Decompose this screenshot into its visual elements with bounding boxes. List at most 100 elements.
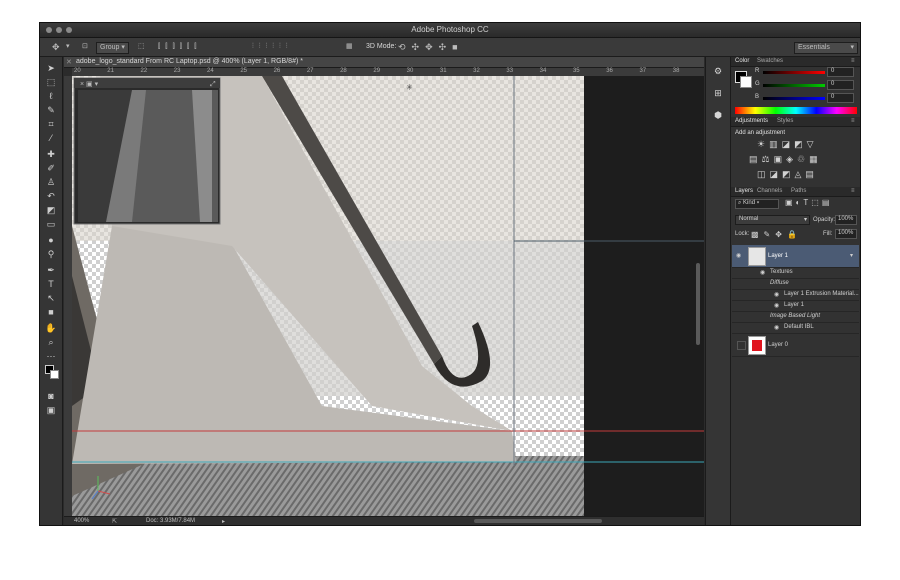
- layer-row-layer-1[interactable]: ◉ Layer 1 ▾: [732, 245, 859, 268]
- tab-paths[interactable]: Paths: [791, 188, 806, 194]
- layer-filter-value: Kind: [743, 200, 756, 206]
- auto-select-dropdown[interactable]: Group ▾: [96, 42, 129, 54]
- channel-b-value[interactable]: 0: [827, 93, 854, 103]
- 3d-secondary-view[interactable]: × ▣ ▾ ⤢: [73, 77, 221, 225]
- layer-name: Diffuse: [770, 280, 789, 286]
- document-canvas[interactable]: × ▣ ▾ ⤢ ✳: [72, 76, 704, 516]
- visibility-toggle[interactable]: [737, 341, 746, 350]
- fill-field[interactable]: 100%: [835, 229, 857, 239]
- distribute-buttons-group[interactable]: ⫶⫶⫶⫶⫶⫶: [252, 42, 293, 52]
- zoom-tool-icon[interactable]: ⌕: [44, 337, 58, 348]
- eye-icon[interactable]: ◉: [774, 302, 779, 309]
- adjustment-icons-row-3[interactable]: ◫◪◩◬▤: [757, 169, 818, 180]
- channel-g-label: G: [755, 81, 760, 87]
- eraser-tool-icon[interactable]: ◩: [44, 205, 58, 216]
- color-background-swatch[interactable]: [740, 76, 752, 88]
- blend-mode-dropdown[interactable]: Normal ▾: [735, 215, 810, 225]
- light-source-icon[interactable]: ✳: [406, 83, 413, 92]
- marquee-tool-icon[interactable]: ⬚: [44, 77, 58, 88]
- info-icon[interactable]: ⊞: [712, 87, 724, 99]
- gradient-tool-icon[interactable]: ▭: [44, 219, 58, 230]
- export-icon[interactable]: ⇱: [112, 518, 117, 525]
- quick-select-tool-icon[interactable]: ✎: [44, 105, 58, 116]
- lasso-tool-icon[interactable]: ℓ: [44, 91, 58, 102]
- move-tool-icon[interactable]: ✥: [52, 42, 60, 52]
- move-tool-icon[interactable]: ➤: [44, 63, 58, 74]
- tab-layers[interactable]: Layers: [735, 188, 753, 194]
- layer-row-diffuse[interactable]: Diffuse: [732, 279, 859, 290]
- panel-menu-icon[interactable]: ≡: [851, 188, 855, 194]
- channel-r-value[interactable]: 0: [827, 67, 854, 77]
- edit-toolbar-icon[interactable]: ⋯: [44, 351, 58, 362]
- tab-adjustments[interactable]: Adjustments: [735, 118, 768, 124]
- vertical-scrollbar[interactable]: [696, 263, 700, 345]
- align-buttons-group[interactable]: ⫿⫿⫿⫿⫿⫿: [158, 42, 201, 52]
- layer-row-layer-0[interactable]: Layer 0: [732, 334, 859, 357]
- panel-menu-icon[interactable]: ≡: [851, 118, 855, 124]
- eye-icon[interactable]: ◉: [774, 324, 779, 331]
- zoom-level[interactable]: 400%: [74, 518, 89, 524]
- layer-thumbnail: [748, 336, 766, 355]
- layer-row-default-ibl[interactable]: ◉ Default IBL: [732, 323, 859, 334]
- eye-icon[interactable]: ◉: [774, 291, 779, 298]
- layer-name: Layer 0: [768, 342, 789, 348]
- healing-brush-tool-icon[interactable]: ✚: [44, 149, 58, 160]
- clone-stamp-tool-icon[interactable]: ♙: [44, 177, 58, 188]
- ruler-tick-label: 33: [506, 68, 514, 74]
- layer-row-image-based-light[interactable]: Image Based Light: [732, 312, 859, 323]
- brush-tool-icon[interactable]: ✐: [44, 163, 58, 174]
- blur-tool-icon[interactable]: ●: [44, 235, 58, 246]
- history-brush-tool-icon[interactable]: ↶: [44, 191, 58, 202]
- auto-select-icon[interactable]: ⊡: [82, 42, 88, 52]
- hand-tool-icon[interactable]: ✋: [44, 323, 58, 334]
- workspace-dropdown[interactable]: Essentials ▾: [794, 42, 858, 54]
- lock-icons[interactable]: ▩✎✥🔒: [751, 230, 802, 239]
- quick-mask-icon[interactable]: ◙: [44, 391, 58, 402]
- tab-swatches[interactable]: Swatches: [757, 58, 783, 64]
- properties-icon[interactable]: ⚙: [712, 65, 724, 77]
- dodge-tool-icon[interactable]: ⚲: [44, 249, 58, 260]
- auto-align-icon[interactable]: ▦: [346, 42, 353, 52]
- layer-row-layer-1-texture[interactable]: ◉ Layer 1: [732, 301, 859, 312]
- svg-text:× ▣ ▾: × ▣ ▾: [80, 81, 99, 88]
- layer-row-extrusion-material[interactable]: ◉ Layer 1 Extrusion Material...: [732, 290, 859, 301]
- layer-filter-dropdown[interactable]: ⌕ Kind ▾: [735, 199, 779, 209]
- rectangle-tool-icon[interactable]: ■: [44, 307, 58, 318]
- tab-styles[interactable]: Styles: [777, 118, 793, 124]
- adjustment-icons-row-1[interactable]: ☀▥◪◩▽: [757, 139, 818, 150]
- close-tab-icon[interactable]: ✕: [66, 58, 72, 66]
- panels-dock: Color Swatches ≡ R 0 G 0 B 0 Adjustments…: [730, 57, 860, 525]
- 3d-icon[interactable]: ⬢: [712, 109, 724, 121]
- horizontal-scrollbar[interactable]: [474, 519, 602, 523]
- document-tab[interactable]: ✕ adobe_logo_standard From RC Laptop.psd…: [64, 57, 704, 68]
- chevron-down-icon[interactable]: ▾: [66, 42, 70, 52]
- panel-menu-icon[interactable]: ≡: [851, 58, 855, 64]
- layer-filter-icons[interactable]: ▣◐T⬚▤: [785, 198, 832, 207]
- channel-r-label: R: [755, 68, 760, 74]
- panel-icon-strip: ⚙ ⊞ ⬢: [705, 57, 730, 525]
- tab-channels[interactable]: Channels: [757, 188, 782, 194]
- color-swatches[interactable]: [45, 365, 59, 379]
- background-color-swatch[interactable]: [50, 370, 59, 379]
- chevron-down-icon[interactable]: ▾: [850, 252, 853, 259]
- adjustment-icons-row-2[interactable]: ▤⚖▣◈♲▦: [749, 154, 822, 165]
- tab-color[interactable]: Color: [735, 58, 749, 64]
- type-tool-icon[interactable]: T: [44, 279, 58, 290]
- channel-g-value[interactable]: 0: [827, 80, 854, 90]
- crop-tool-icon[interactable]: ⌗: [44, 119, 58, 130]
- eyedropper-tool-icon[interactable]: ⁄: [44, 133, 58, 144]
- screen-mode-icon[interactable]: ▣: [44, 405, 58, 416]
- layer-name: Layer 1: [768, 253, 789, 259]
- path-selection-tool-icon[interactable]: ↖: [44, 293, 58, 304]
- transform-controls-icon[interactable]: ⬚: [138, 42, 145, 52]
- color-spectrum-ramp[interactable]: [735, 107, 857, 114]
- pen-tool-icon[interactable]: ✒: [44, 265, 58, 276]
- ruler-tick-label: 34: [539, 68, 547, 74]
- layer-row-textures[interactable]: ◉ Textures: [732, 268, 859, 279]
- ruler-tick-label: 20: [74, 68, 81, 74]
- 3d-mode-buttons[interactable]: ⟲✣✥✣■: [398, 42, 464, 52]
- status-menu-arrow-icon[interactable]: ▸: [222, 518, 225, 525]
- eye-icon[interactable]: ◉: [760, 269, 765, 276]
- eye-icon[interactable]: ◉: [736, 252, 741, 259]
- opacity-field[interactable]: 100%: [835, 215, 857, 225]
